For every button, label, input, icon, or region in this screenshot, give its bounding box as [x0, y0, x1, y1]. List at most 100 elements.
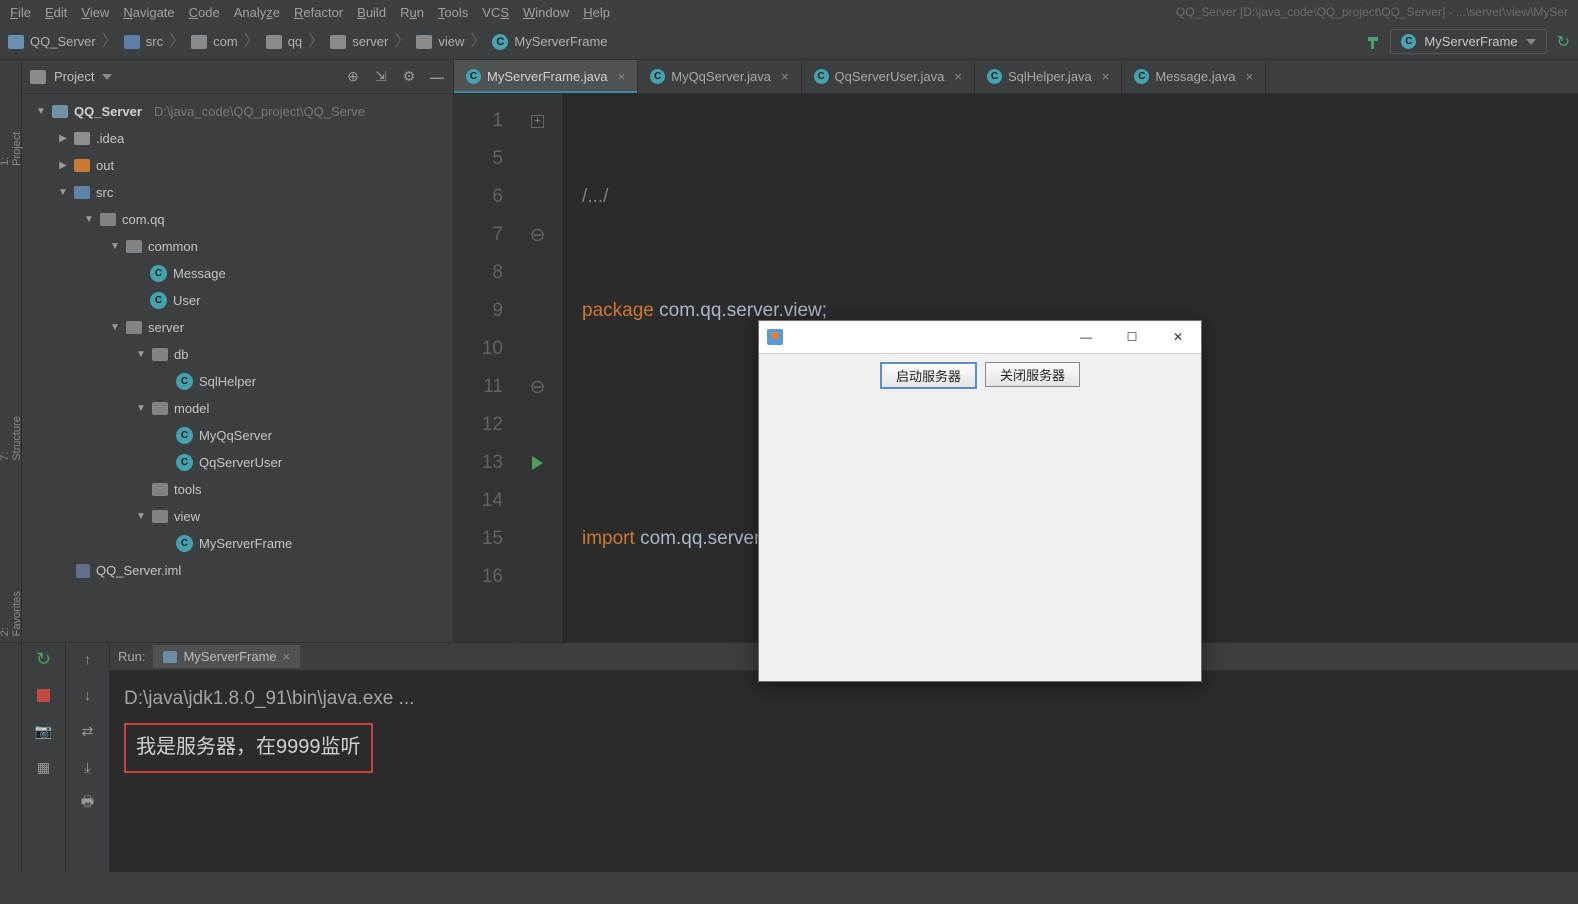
menu-code[interactable]: Code: [189, 5, 220, 20]
tree-server[interactable]: ▼server: [22, 314, 453, 341]
tree-user[interactable]: User: [22, 287, 453, 314]
project-icon: [30, 70, 46, 84]
class-icon: C: [1401, 34, 1416, 49]
gear-icon[interactable]: ⚙: [401, 69, 417, 85]
chevron-down-icon: [1526, 39, 1536, 45]
tab-myserverframe[interactable]: MyServerFrame.java×: [454, 60, 638, 93]
down-arrow-icon[interactable]: ↓: [78, 685, 98, 705]
breadcrumb-item[interactable]: QQ_Server: [30, 34, 96, 49]
breadcrumb-item[interactable]: MyServerFrame: [514, 34, 607, 49]
side-tab-favorites[interactable]: 2: Favorites: [0, 587, 23, 636]
menu-analyze[interactable]: Analyze: [234, 5, 280, 20]
menu-help[interactable]: Help: [583, 5, 610, 20]
minimize-button[interactable]: —: [1063, 321, 1109, 354]
stop-icon[interactable]: [34, 685, 54, 705]
tab-sqlhelper[interactable]: SqlHelper.java×: [975, 60, 1122, 93]
chevron-down-icon[interactable]: [102, 74, 112, 80]
run-tab-active[interactable]: MyServerFrame ×: [153, 645, 300, 668]
tab-message[interactable]: Message.java×: [1122, 60, 1266, 93]
folder-icon: [330, 35, 346, 49]
menu-view[interactable]: View: [81, 5, 109, 20]
breadcrumb: QQ_Server 〉 src 〉 com 〉 qq 〉 server 〉 vi…: [8, 34, 608, 50]
fold-icon[interactable]: +: [531, 115, 544, 128]
panel-title: Project: [54, 69, 94, 84]
class-icon: [176, 427, 193, 444]
side-tab-structure[interactable]: 7: Structure: [0, 412, 23, 461]
tree-pkg[interactable]: ▼com.qq: [22, 206, 453, 233]
menu-vcs[interactable]: VCS: [482, 5, 509, 20]
close-icon[interactable]: ×: [1102, 69, 1110, 84]
build-icon[interactable]: [1366, 35, 1380, 49]
folder-icon: [416, 35, 432, 49]
tree-sqlhelper[interactable]: SqlHelper: [22, 368, 453, 395]
locate-icon[interactable]: ⊕: [345, 69, 361, 85]
line-gutter: 1 5 6 7 8 9 10 11 12 13 14 15 16: [454, 94, 514, 642]
class-icon: [650, 69, 665, 84]
tab-qqserveruser[interactable]: QqServerUser.java×: [802, 60, 975, 93]
menu-navigate[interactable]: Navigate: [123, 5, 174, 20]
project-panel: Project ⊕ ⇲ ⚙ ▼QQ_ServerD:\java_code\QQ_…: [22, 60, 454, 642]
console-output[interactable]: D:\java\jdk1.8.0_91\bin\java.exe ... 我是服…: [110, 671, 1578, 872]
stop-server-button[interactable]: 关闭服务器: [985, 362, 1080, 387]
tree-model[interactable]: ▼model: [22, 395, 453, 422]
tree-out[interactable]: ▶out: [22, 152, 453, 179]
tree-idea[interactable]: ▶.idea: [22, 125, 453, 152]
scroll-icon[interactable]: ⤓: [78, 757, 98, 777]
breadcrumb-item[interactable]: com: [213, 34, 238, 49]
java-titlebar[interactable]: — ☐ ✕: [759, 321, 1201, 354]
menu-window[interactable]: Window: [523, 5, 569, 20]
close-icon[interactable]: ×: [618, 69, 626, 84]
camera-icon[interactable]: 📷: [34, 721, 54, 741]
menu-build[interactable]: Build: [357, 5, 386, 20]
tree-qqserveruser[interactable]: QqServerUser: [22, 449, 453, 476]
menu-refactor[interactable]: Refactor: [294, 5, 343, 20]
tree-myserverframe[interactable]: MyServerFrame: [22, 530, 453, 557]
wrap-icon[interactable]: ⇄: [78, 721, 98, 741]
close-icon[interactable]: ×: [283, 649, 291, 664]
up-arrow-icon[interactable]: ↑: [78, 649, 98, 669]
menu-file[interactable]: File: [10, 5, 31, 20]
console-highlighted-line: 我是服务器，在9999监听: [124, 723, 373, 773]
tree-view[interactable]: ▼view: [22, 503, 453, 530]
run-gutter-icon[interactable]: [532, 456, 543, 470]
close-icon[interactable]: ×: [781, 69, 789, 84]
tree-common[interactable]: ▼common: [22, 233, 453, 260]
breadcrumb-item[interactable]: src: [146, 34, 163, 49]
menu-tools[interactable]: Tools: [438, 5, 468, 20]
class-icon: [176, 373, 193, 390]
gutter-icons: + ⊖ ⊖: [514, 94, 562, 642]
tab-myqqserver[interactable]: MyQqServer.java×: [638, 60, 801, 93]
class-icon: [176, 454, 193, 471]
print-icon[interactable]: 🖶: [78, 793, 98, 813]
tree-src[interactable]: ▼src: [22, 179, 453, 206]
run-config-selector[interactable]: C MyServerFrame: [1390, 29, 1546, 54]
maximize-button[interactable]: ☐: [1109, 321, 1155, 354]
java-app-body: 启动服务器 关闭服务器: [759, 354, 1201, 681]
folder-icon: [266, 35, 282, 49]
collapse-icon[interactable]: ⇲: [373, 69, 389, 85]
java-app-window[interactable]: — ☐ ✕ 启动服务器 关闭服务器: [758, 320, 1202, 682]
breadcrumb-item[interactable]: qq: [288, 34, 302, 49]
close-button[interactable]: ✕: [1155, 321, 1201, 354]
breadcrumb-item[interactable]: view: [438, 34, 464, 49]
project-tree: ▼QQ_ServerD:\java_code\QQ_project\QQ_Ser…: [22, 94, 453, 642]
layout-icon[interactable]: ▦: [34, 757, 54, 777]
class-icon: [150, 265, 167, 282]
side-tab-project[interactable]: 1: Project: [0, 126, 23, 166]
rerun-icon[interactable]: ↻: [34, 649, 54, 669]
tree-module-root[interactable]: ▼QQ_ServerD:\java_code\QQ_project\QQ_Ser…: [22, 98, 453, 125]
close-icon[interactable]: ×: [1246, 69, 1254, 84]
tree-tools[interactable]: tools: [22, 476, 453, 503]
run-config-name: MyServerFrame: [1424, 34, 1517, 49]
tree-iml[interactable]: QQ_Server.iml: [22, 557, 453, 584]
menu-edit[interactable]: Edit: [45, 5, 67, 20]
tree-myqqserver[interactable]: MyQqServer: [22, 422, 453, 449]
close-icon[interactable]: ×: [954, 69, 962, 84]
tree-message[interactable]: Message: [22, 260, 453, 287]
breadcrumb-item[interactable]: server: [352, 34, 388, 49]
tree-db[interactable]: ▼db: [22, 341, 453, 368]
run-icon[interactable]: ↻: [1557, 32, 1570, 52]
hide-icon[interactable]: [429, 69, 445, 85]
start-server-button[interactable]: 启动服务器: [880, 362, 977, 389]
menu-run[interactable]: Run: [400, 5, 424, 20]
